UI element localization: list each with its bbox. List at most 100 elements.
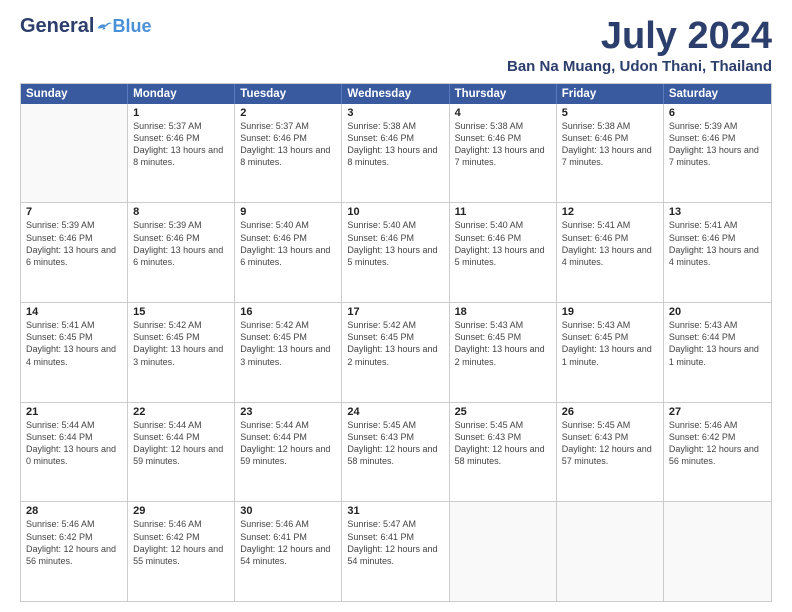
day-number: 5	[562, 107, 658, 119]
header-sunday: Sunday	[21, 84, 128, 104]
day-info: Sunrise: 5:40 AM Sunset: 6:46 PM Dayligh…	[347, 219, 443, 268]
day-number: 30	[240, 505, 336, 517]
calendar-cell-r4-c4	[450, 502, 557, 601]
header-monday: Monday	[128, 84, 235, 104]
day-number: 31	[347, 505, 443, 517]
day-info: Sunrise: 5:43 AM Sunset: 6:44 PM Dayligh…	[669, 319, 766, 368]
header-saturday: Saturday	[664, 84, 771, 104]
day-info: Sunrise: 5:46 AM Sunset: 6:42 PM Dayligh…	[26, 518, 122, 567]
day-info: Sunrise: 5:45 AM Sunset: 6:43 PM Dayligh…	[455, 419, 551, 468]
day-number: 13	[669, 206, 766, 218]
calendar-cell-r4-c0: 28Sunrise: 5:46 AM Sunset: 6:42 PM Dayli…	[21, 502, 128, 601]
day-number: 15	[133, 306, 229, 318]
day-number: 14	[26, 306, 122, 318]
day-info: Sunrise: 5:43 AM Sunset: 6:45 PM Dayligh…	[455, 319, 551, 368]
logo-blue: Blue	[112, 17, 151, 35]
day-info: Sunrise: 5:42 AM Sunset: 6:45 PM Dayligh…	[133, 319, 229, 368]
calendar-cell-r3-c1: 22Sunrise: 5:44 AM Sunset: 6:44 PM Dayli…	[128, 403, 235, 502]
calendar-cell-r1-c1: 8Sunrise: 5:39 AM Sunset: 6:46 PM Daylig…	[128, 203, 235, 302]
calendar-cell-r2-c0: 14Sunrise: 5:41 AM Sunset: 6:45 PM Dayli…	[21, 303, 128, 402]
day-info: Sunrise: 5:42 AM Sunset: 6:45 PM Dayligh…	[347, 319, 443, 368]
day-info: Sunrise: 5:44 AM Sunset: 6:44 PM Dayligh…	[240, 419, 336, 468]
day-info: Sunrise: 5:46 AM Sunset: 6:42 PM Dayligh…	[133, 518, 229, 567]
day-info: Sunrise: 5:40 AM Sunset: 6:46 PM Dayligh…	[240, 219, 336, 268]
day-info: Sunrise: 5:41 AM Sunset: 6:46 PM Dayligh…	[562, 219, 658, 268]
day-info: Sunrise: 5:46 AM Sunset: 6:42 PM Dayligh…	[669, 419, 766, 468]
header: General Blue July 2024 Ban Na Muang, Udo…	[20, 16, 772, 75]
day-info: Sunrise: 5:37 AM Sunset: 6:46 PM Dayligh…	[240, 120, 336, 169]
day-number: 3	[347, 107, 443, 119]
day-number: 6	[669, 107, 766, 119]
day-number: 25	[455, 406, 551, 418]
logo: General Blue	[20, 16, 152, 36]
page: General Blue July 2024 Ban Na Muang, Udo…	[0, 0, 792, 612]
day-info: Sunrise: 5:47 AM Sunset: 6:41 PM Dayligh…	[347, 518, 443, 567]
calendar-cell-r4-c3: 31Sunrise: 5:47 AM Sunset: 6:41 PM Dayli…	[342, 502, 449, 601]
day-number: 11	[455, 206, 551, 218]
calendar-row-4: 28Sunrise: 5:46 AM Sunset: 6:42 PM Dayli…	[21, 501, 771, 601]
calendar-cell-r4-c6	[664, 502, 771, 601]
calendar-cell-r4-c2: 30Sunrise: 5:46 AM Sunset: 6:41 PM Dayli…	[235, 502, 342, 601]
calendar-cell-r0-c0	[21, 104, 128, 203]
calendar-row-0: 1Sunrise: 5:37 AM Sunset: 6:46 PM Daylig…	[21, 104, 771, 203]
day-number: 26	[562, 406, 658, 418]
calendar-cell-r2-c3: 17Sunrise: 5:42 AM Sunset: 6:45 PM Dayli…	[342, 303, 449, 402]
day-number: 2	[240, 107, 336, 119]
day-number: 12	[562, 206, 658, 218]
day-number: 28	[26, 505, 122, 517]
location: Ban Na Muang, Udon Thani, Thailand	[507, 58, 772, 75]
day-info: Sunrise: 5:46 AM Sunset: 6:41 PM Dayligh…	[240, 518, 336, 567]
calendar-row-3: 21Sunrise: 5:44 AM Sunset: 6:44 PM Dayli…	[21, 402, 771, 502]
logo-general: General	[20, 16, 94, 36]
day-number: 4	[455, 107, 551, 119]
calendar-cell-r0-c2: 2Sunrise: 5:37 AM Sunset: 6:46 PM Daylig…	[235, 104, 342, 203]
day-number: 8	[133, 206, 229, 218]
day-number: 19	[562, 306, 658, 318]
calendar-cell-r0-c5: 5Sunrise: 5:38 AM Sunset: 6:46 PM Daylig…	[557, 104, 664, 203]
calendar-header: Sunday Monday Tuesday Wednesday Thursday…	[21, 84, 771, 104]
day-info: Sunrise: 5:44 AM Sunset: 6:44 PM Dayligh…	[26, 419, 122, 468]
day-number: 7	[26, 206, 122, 218]
calendar-cell-r4-c1: 29Sunrise: 5:46 AM Sunset: 6:42 PM Dayli…	[128, 502, 235, 601]
calendar-cell-r2-c6: 20Sunrise: 5:43 AM Sunset: 6:44 PM Dayli…	[664, 303, 771, 402]
calendar-cell-r1-c5: 12Sunrise: 5:41 AM Sunset: 6:46 PM Dayli…	[557, 203, 664, 302]
day-info: Sunrise: 5:39 AM Sunset: 6:46 PM Dayligh…	[133, 219, 229, 268]
day-info: Sunrise: 5:37 AM Sunset: 6:46 PM Dayligh…	[133, 120, 229, 169]
day-number: 10	[347, 206, 443, 218]
day-info: Sunrise: 5:43 AM Sunset: 6:45 PM Dayligh…	[562, 319, 658, 368]
calendar-cell-r3-c0: 21Sunrise: 5:44 AM Sunset: 6:44 PM Dayli…	[21, 403, 128, 502]
calendar-cell-r1-c2: 9Sunrise: 5:40 AM Sunset: 6:46 PM Daylig…	[235, 203, 342, 302]
day-number: 22	[133, 406, 229, 418]
calendar-cell-r4-c5	[557, 502, 664, 601]
calendar-cell-r2-c5: 19Sunrise: 5:43 AM Sunset: 6:45 PM Dayli…	[557, 303, 664, 402]
header-wednesday: Wednesday	[342, 84, 449, 104]
day-info: Sunrise: 5:41 AM Sunset: 6:46 PM Dayligh…	[669, 219, 766, 268]
calendar-cell-r1-c4: 11Sunrise: 5:40 AM Sunset: 6:46 PM Dayli…	[450, 203, 557, 302]
calendar-cell-r2-c1: 15Sunrise: 5:42 AM Sunset: 6:45 PM Dayli…	[128, 303, 235, 402]
calendar-cell-r0-c4: 4Sunrise: 5:38 AM Sunset: 6:46 PM Daylig…	[450, 104, 557, 203]
calendar-cell-r3-c2: 23Sunrise: 5:44 AM Sunset: 6:44 PM Dayli…	[235, 403, 342, 502]
day-number: 21	[26, 406, 122, 418]
day-info: Sunrise: 5:41 AM Sunset: 6:45 PM Dayligh…	[26, 319, 122, 368]
day-info: Sunrise: 5:39 AM Sunset: 6:46 PM Dayligh…	[669, 120, 766, 169]
header-friday: Friday	[557, 84, 664, 104]
calendar: Sunday Monday Tuesday Wednesday Thursday…	[20, 83, 772, 602]
day-number: 18	[455, 306, 551, 318]
day-info: Sunrise: 5:45 AM Sunset: 6:43 PM Dayligh…	[347, 419, 443, 468]
day-number: 9	[240, 206, 336, 218]
day-info: Sunrise: 5:39 AM Sunset: 6:46 PM Dayligh…	[26, 219, 122, 268]
calendar-cell-r3-c5: 26Sunrise: 5:45 AM Sunset: 6:43 PM Dayli…	[557, 403, 664, 502]
calendar-cell-r3-c6: 27Sunrise: 5:46 AM Sunset: 6:42 PM Dayli…	[664, 403, 771, 502]
day-number: 20	[669, 306, 766, 318]
calendar-cell-r2-c2: 16Sunrise: 5:42 AM Sunset: 6:45 PM Dayli…	[235, 303, 342, 402]
day-number: 17	[347, 306, 443, 318]
day-number: 24	[347, 406, 443, 418]
calendar-cell-r0-c3: 3Sunrise: 5:38 AM Sunset: 6:46 PM Daylig…	[342, 104, 449, 203]
day-info: Sunrise: 5:45 AM Sunset: 6:43 PM Dayligh…	[562, 419, 658, 468]
calendar-cell-r0-c1: 1Sunrise: 5:37 AM Sunset: 6:46 PM Daylig…	[128, 104, 235, 203]
month-year: July 2024	[507, 16, 772, 58]
day-number: 23	[240, 406, 336, 418]
calendar-cell-r1-c3: 10Sunrise: 5:40 AM Sunset: 6:46 PM Dayli…	[342, 203, 449, 302]
calendar-cell-r3-c3: 24Sunrise: 5:45 AM Sunset: 6:43 PM Dayli…	[342, 403, 449, 502]
day-info: Sunrise: 5:38 AM Sunset: 6:46 PM Dayligh…	[455, 120, 551, 169]
